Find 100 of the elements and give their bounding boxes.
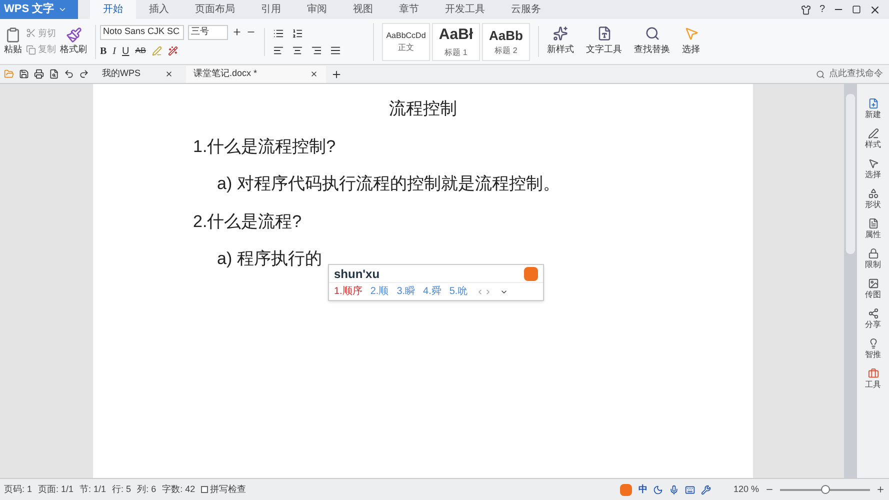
printer-icon[interactable] xyxy=(34,69,44,79)
align-left-icon[interactable] xyxy=(273,44,284,56)
caret-icon xyxy=(58,5,68,14)
italic-button[interactable]: I xyxy=(112,44,116,58)
keyboard-icon xyxy=(685,484,696,494)
shapes-icon xyxy=(868,188,878,199)
side-panel-button[interactable]: 智推 xyxy=(865,338,881,361)
side-panel-button[interactable]: 分享 xyxy=(865,308,881,331)
paintbrush-icon xyxy=(66,26,82,43)
menu-tab[interactable]: 引用 xyxy=(248,0,294,19)
moon-icon xyxy=(653,484,664,494)
status-text: 页码: 1 xyxy=(4,482,32,496)
menu-tab[interactable]: 审阅 xyxy=(294,0,340,19)
wrench-icon xyxy=(701,484,712,494)
close-icon xyxy=(164,70,173,78)
numbered-list-icon[interactable] xyxy=(292,28,303,38)
help-button[interactable]: ? xyxy=(819,2,825,17)
ime-logo-icon xyxy=(620,484,632,496)
undo-icon[interactable] xyxy=(64,69,74,79)
bold-button[interactable]: B xyxy=(100,44,107,58)
document-paragraph: a) 程序执行的 xyxy=(217,248,323,270)
text-tool-icon xyxy=(596,26,612,42)
font-color-icon[interactable] xyxy=(168,46,178,56)
image-icon xyxy=(868,278,878,289)
strikethrough-button[interactable]: AB xyxy=(135,45,146,57)
ime-candidate[interactable]: 1.顺序 xyxy=(334,284,362,299)
document-paragraph: 1.什么是流程控制? xyxy=(193,136,337,158)
bullet-list-icon[interactable] xyxy=(273,28,284,38)
shirt-icon[interactable] xyxy=(801,4,812,14)
sparkle-icon xyxy=(553,26,568,42)
ime-mode-text: 中 xyxy=(638,482,648,496)
grow-font-icon[interactable] xyxy=(232,27,242,37)
ime-candidate[interactable]: 2.顺 xyxy=(370,284,389,299)
side-panel-button[interactable]: 选择 xyxy=(865,158,881,181)
ime-candidate[interactable]: 4.舜 xyxy=(423,284,442,299)
search-icon xyxy=(644,26,660,42)
ribbon-tool-button[interactable]: 选择 xyxy=(682,26,700,57)
menu-tab[interactable]: 章节 xyxy=(386,0,432,19)
clipboard-icon xyxy=(5,26,21,43)
menu-tab[interactable]: 开发工具 xyxy=(432,0,498,19)
ribbon-tool-button[interactable]: 文字工具 xyxy=(586,26,622,57)
menu-tab[interactable]: 开始 xyxy=(90,0,136,19)
new-file-icon xyxy=(868,98,878,109)
document-tab[interactable]: 课堂笔记.docx * xyxy=(186,66,326,82)
document-tab[interactable]: 我的WPS xyxy=(94,66,181,82)
vertical-scrollbar[interactable] xyxy=(844,84,857,478)
side-panel-button[interactable]: 限制 xyxy=(865,248,881,271)
ribbon-tool-button[interactable]: 新样式 xyxy=(547,26,574,57)
side-panel-button[interactable]: 新建 xyxy=(865,98,881,121)
copy-icon xyxy=(26,44,36,55)
side-panel-button[interactable]: 工具 xyxy=(865,368,881,391)
justify-icon[interactable] xyxy=(330,44,341,56)
style-preset[interactable]: AaBb 标题 2 xyxy=(482,22,530,60)
close-icon[interactable] xyxy=(869,4,881,16)
ribbon-tool-button[interactable]: 查找替换 xyxy=(634,26,670,57)
scissors-icon xyxy=(26,28,36,38)
align-center-icon[interactable] xyxy=(292,44,303,56)
menu-tab[interactable]: 插入 xyxy=(136,0,182,19)
command-search-field[interactable]: 点此查找命令 xyxy=(816,67,885,81)
ime-candidate[interactable]: 5.吮 xyxy=(449,284,468,299)
font-size-field[interactable]: 三号 xyxy=(188,24,228,40)
status-text: 页面: 1/1 xyxy=(38,482,74,496)
side-panel-button[interactable]: 传图 xyxy=(865,278,881,301)
status-text: 字数: 42 xyxy=(162,482,196,496)
menu-tab[interactable]: 页面布局 xyxy=(182,0,248,19)
ime-logo-icon xyxy=(524,266,538,280)
document-paragraph: 2.什么是流程? xyxy=(193,210,303,232)
document-icon xyxy=(868,218,878,229)
format-painter-button[interactable]: 格式刷 xyxy=(60,26,87,56)
app-menu-button[interactable]: WPS 文字 xyxy=(0,0,78,19)
style-preset[interactable]: AaBbCcDd 正文 xyxy=(382,22,430,60)
status-text: 列: 6 xyxy=(137,482,156,496)
restore-icon[interactable] xyxy=(852,5,861,14)
side-panel-button[interactable]: 属性 xyxy=(865,218,881,241)
microphone-icon xyxy=(669,484,680,494)
underline-button[interactable]: U xyxy=(122,44,130,58)
status-text: 节: 1/1 xyxy=(80,482,106,496)
status-text: 行: 5 xyxy=(112,482,132,496)
document-title: 流程控制 xyxy=(388,98,458,120)
style-preset[interactable]: AaBł 标题 1 xyxy=(432,22,480,60)
zoom-text: 120 % xyxy=(733,482,759,496)
share-icon xyxy=(868,308,878,319)
menu-tab[interactable]: 视图 xyxy=(340,0,386,19)
new-tab-icon[interactable] xyxy=(330,68,342,80)
align-right-icon[interactable] xyxy=(311,44,322,56)
search-icon xyxy=(816,70,825,78)
menu-tab[interactable]: 云服务 xyxy=(498,0,554,19)
side-panel-button[interactable]: 样式 xyxy=(865,128,881,151)
zoom-slider-thumb[interactable] xyxy=(821,484,830,494)
font-name-field[interactable]: Noto Sans CJK SC xyxy=(100,24,184,40)
briefcase-icon xyxy=(868,368,878,379)
redo-icon[interactable] xyxy=(79,69,89,79)
side-panel-button[interactable]: 形状 xyxy=(865,188,881,211)
ime-candidate[interactable]: 3.瞬 xyxy=(396,284,416,299)
ime-input-text: shun'xu xyxy=(334,266,380,282)
spell-check-toggle[interactable]: 拼写检查 xyxy=(201,482,246,496)
zoom-in-icon[interactable] xyxy=(876,485,885,494)
paste-button[interactable]: 粘贴 xyxy=(4,26,22,56)
save-icon[interactable] xyxy=(19,69,29,79)
preview-icon[interactable] xyxy=(49,69,59,79)
